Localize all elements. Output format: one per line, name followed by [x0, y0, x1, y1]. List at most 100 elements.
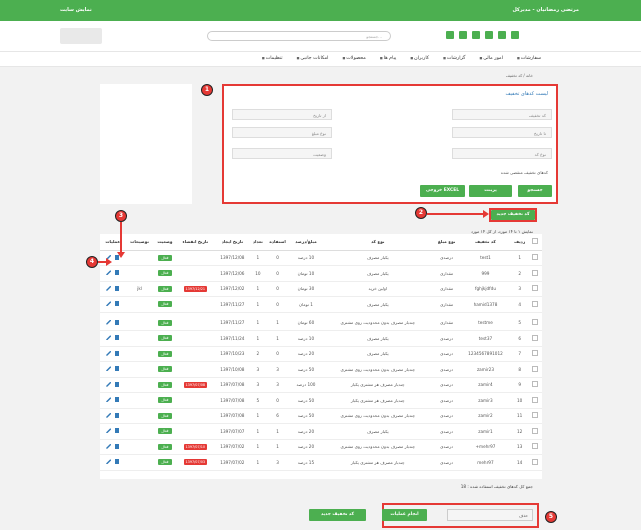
edit-icon[interactable] [106, 285, 112, 291]
cart-icon[interactable] [459, 31, 467, 39]
edit-icon[interactable] [106, 459, 112, 465]
cell-expire [176, 392, 215, 409]
do-operation-button[interactable]: انجام عملیات [382, 509, 427, 521]
edit-icon[interactable] [106, 397, 112, 403]
table-row: 13 mehr97+ درصدی چندبار مصرف بدون محدودیت ر… [100, 439, 542, 455]
nav-extras[interactable]: امکانات جانبی [297, 56, 328, 61]
row-checkbox[interactable] [532, 254, 538, 261]
table-row: 1 test1 درصدی یکبار مصرف 10 درصد 0 1 1397/12/08… [100, 250, 542, 266]
amount-type-select[interactable]: نوع مبلغ [232, 127, 332, 138]
cell-desc [125, 454, 154, 471]
message-icon[interactable] [498, 31, 506, 39]
nav-orders[interactable]: سفارشات [517, 56, 541, 61]
nav-finance[interactable]: امور مالی [479, 56, 503, 61]
table-row: 9 zamir4 درصدی چندبار مصرف هر مشتری یکبار 10… [100, 377, 542, 393]
from-date-input[interactable]: از تاریخ [232, 109, 332, 120]
edit-icon[interactable] [106, 366, 112, 372]
callout-1: 1 [201, 84, 213, 96]
cell-expire [176, 330, 215, 347]
cell-row: 2 [511, 265, 528, 282]
delete-icon[interactable] [115, 397, 120, 403]
cell-used: 3 [265, 361, 290, 378]
nav-reports[interactable]: گزارشات [443, 56, 466, 61]
delete-icon[interactable] [115, 366, 120, 372]
cell-used: 3 [265, 377, 290, 393]
status-badge: فعال [158, 381, 172, 388]
edit-icon[interactable] [106, 335, 112, 341]
edit-icon[interactable] [106, 350, 112, 356]
delete-icon[interactable] [115, 301, 120, 307]
arrowhead-4 [106, 258, 112, 266]
search-button[interactable]: جستجو [518, 185, 552, 197]
print-button[interactable]: پرینت [469, 185, 512, 197]
view-site-link[interactable]: نمایش سایت [60, 7, 92, 13]
nav-users[interactable]: کاربران [410, 56, 429, 61]
row-checkbox[interactable] [532, 334, 538, 341]
edit-icon[interactable] [106, 428, 112, 434]
dashboard-icon[interactable] [511, 31, 519, 39]
cell-used: 6 [265, 408, 290, 424]
nav-products[interactable]: محصولات [342, 56, 366, 61]
envelope-icon[interactable] [485, 31, 493, 39]
cell-created: 1397/10/23 [214, 346, 251, 362]
cell-code-type: اولین خرید [321, 281, 434, 297]
store-icon[interactable] [472, 31, 480, 39]
code-type-select[interactable]: نوع کد [452, 148, 552, 159]
delete-icon[interactable] [115, 350, 120, 356]
row-checkbox[interactable] [532, 443, 538, 450]
cell-code: mehr97+ [459, 439, 512, 455]
cell-created: 1397/11/27 [214, 296, 251, 313]
cell-used: 1 [265, 439, 290, 455]
expired-checkbox[interactable]: کدهای تخفیف منقضی شده [501, 170, 548, 175]
operation-select[interactable]: حذف [447, 509, 533, 521]
edit-icon[interactable] [106, 270, 112, 276]
row-checkbox[interactable] [532, 381, 538, 388]
delete-icon[interactable] [115, 459, 120, 465]
nav-settings[interactable]: تنظیمات [262, 56, 283, 61]
edit-icon[interactable] [106, 301, 112, 307]
delete-icon[interactable] [115, 335, 120, 341]
row-checkbox[interactable] [532, 427, 538, 434]
row-checkbox[interactable] [532, 365, 538, 372]
delete-icon[interactable] [115, 319, 120, 325]
row-checkbox[interactable] [532, 350, 538, 357]
delete-icon[interactable] [115, 443, 120, 449]
delete-icon[interactable] [115, 285, 120, 291]
delete-icon[interactable] [115, 412, 120, 418]
row-checkbox[interactable] [532, 319, 538, 325]
select-all-checkbox[interactable] [532, 238, 538, 245]
edit-icon[interactable] [106, 319, 112, 325]
expire-date-badge: 1397/07/08 [183, 381, 208, 388]
user-icon[interactable] [446, 31, 454, 39]
row-checkbox[interactable] [532, 300, 538, 307]
cell-used: 1 [265, 315, 290, 331]
row-checkbox[interactable] [532, 412, 538, 419]
delete-icon[interactable] [115, 381, 120, 387]
delete-icon[interactable] [115, 270, 120, 276]
nav-messages[interactable]: پیام ها [380, 56, 397, 61]
cell-amount: 15 درصد [289, 454, 322, 471]
edit-icon[interactable] [106, 381, 112, 387]
edit-icon[interactable] [106, 412, 112, 418]
excel-export-button[interactable]: خروجی EXCEL [420, 185, 465, 197]
cell-amount: 30 تومان [289, 281, 322, 297]
search-input[interactable]: جستجو... [207, 31, 391, 41]
table-row: 8 zamir23 درصدی چندبار مصرف بدون محدودیت رو… [100, 361, 542, 378]
code-input[interactable]: کد تخفیف [452, 109, 552, 120]
to-date-input[interactable]: تا تاریخ [452, 127, 552, 138]
cell-code: zamir2 [459, 408, 512, 424]
status-select[interactable]: وضعیت [232, 148, 332, 159]
user-menu[interactable]: مرتضی رمضانیان - مدیرکل [512, 7, 579, 13]
cell-amount: 50 درصد [289, 392, 322, 409]
row-checkbox[interactable] [532, 458, 538, 465]
delete-icon[interactable] [115, 428, 120, 434]
edit-icon[interactable] [106, 443, 112, 449]
new-code-button-bottom[interactable]: کد تخفیف جدید [309, 509, 366, 521]
cell-row: 1 [511, 250, 528, 266]
cell-code-type: یکبار مصرف [321, 346, 434, 362]
new-code-button[interactable]: کد تخفیف جدید [491, 210, 535, 220]
row-checkbox[interactable] [532, 269, 538, 276]
row-checkbox[interactable] [532, 285, 538, 292]
row-checkbox[interactable] [532, 396, 538, 403]
table-row: 14 mehr97 درصدی چندبار مصرف هر مشتری یکبار 1… [100, 454, 542, 471]
